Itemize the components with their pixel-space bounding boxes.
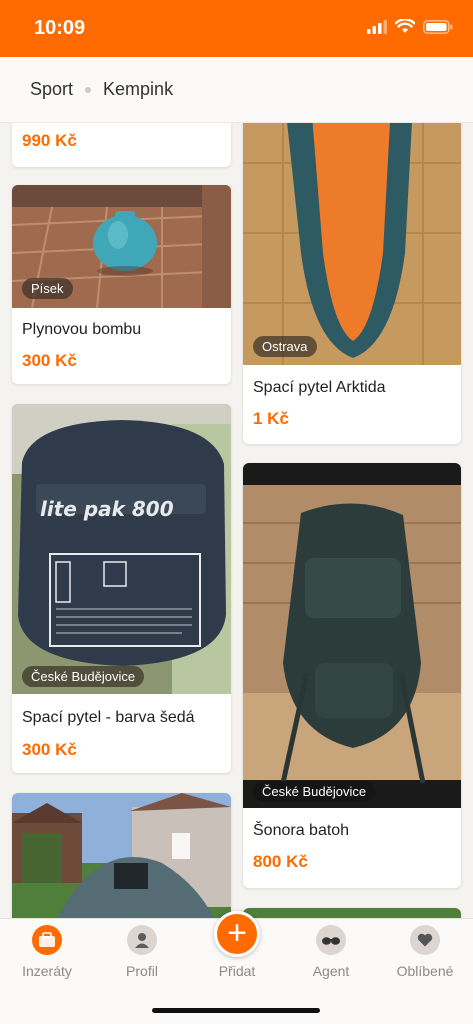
battery-icon <box>423 19 453 34</box>
listing-card[interactable]: Ostrava Spací pytel Arktida 1 Kč <box>243 123 461 444</box>
tab-profile[interactable]: Profil <box>97 925 187 979</box>
tab-label: Inzeráty <box>22 963 72 979</box>
tab-label: Profil <box>126 963 158 979</box>
listing-feed[interactable]: 990 Kč Písek Plynovou bombu 300 Kč lite … <box>0 123 473 918</box>
tab-add[interactable]: + Přidat <box>192 911 282 979</box>
listing-photo <box>243 908 461 918</box>
listing-photo <box>243 123 461 365</box>
listing-card[interactable]: 990 Kč <box>12 123 231 167</box>
tab-label: Oblíbené <box>396 963 454 979</box>
tab-agent[interactable]: Agent <box>286 925 376 979</box>
tab-favorites[interactable]: Oblíbené <box>380 925 470 979</box>
profile-icon <box>127 925 157 955</box>
listing-photo <box>12 793 231 918</box>
product-brand-text: lite pak 800 <box>40 497 174 521</box>
listing-price: 300 Kč <box>22 351 77 370</box>
listing-card[interactable]: lite pak 800 České Budějovice Spací pyte… <box>12 404 231 773</box>
listing-price: 300 Kč <box>22 740 77 759</box>
status-bar: 10:09 <box>0 0 473 57</box>
tab-label: Přidat <box>218 963 256 979</box>
home-indicator <box>152 1008 320 1013</box>
breadcrumb-subcategory[interactable]: Kempink <box>103 79 173 100</box>
location-badge: České Budějovice <box>253 781 376 802</box>
location-badge: České Budějovice <box>22 666 145 687</box>
listing-title: Spací pytel - barva šedá <box>22 709 195 726</box>
signal-icon <box>367 19 387 34</box>
status-time: 10:09 <box>34 17 86 39</box>
listing-title: Spací pytel Arktida <box>253 379 386 396</box>
tab-listings[interactable]: Inzeráty <box>2 925 92 979</box>
listing-title: Šonora batoh <box>253 822 350 839</box>
listing-price: 1 Kč <box>253 409 289 428</box>
heart-icon <box>410 925 440 955</box>
listing-price: 800 Kč <box>253 852 308 871</box>
plus-icon[interactable]: + <box>214 911 260 957</box>
listing-card[interactable]: České Budějovice Šonora batoh 800 Kč <box>243 463 461 888</box>
wifi-icon <box>395 19 415 33</box>
listing-card[interactable] <box>243 908 461 918</box>
breadcrumb-category[interactable]: Sport <box>30 79 73 100</box>
tab-label: Agent <box>312 963 350 979</box>
listings-icon <box>32 925 62 955</box>
listing-photo: lite pak 800 <box>12 404 231 694</box>
status-icons <box>367 19 453 34</box>
listing-price: 990 Kč <box>22 131 77 150</box>
listing-card[interactable] <box>12 793 231 918</box>
agent-icon <box>316 925 346 955</box>
listing-photo <box>243 463 461 808</box>
listing-title: Plynovou bombu <box>22 321 142 338</box>
location-badge: Písek <box>22 278 73 299</box>
breadcrumb: Sport Kempink <box>0 57 473 123</box>
location-badge: Ostrava <box>253 336 317 357</box>
breadcrumb-separator <box>85 86 92 93</box>
listing-card[interactable]: Písek Plynovou bombu 300 Kč <box>12 185 231 384</box>
